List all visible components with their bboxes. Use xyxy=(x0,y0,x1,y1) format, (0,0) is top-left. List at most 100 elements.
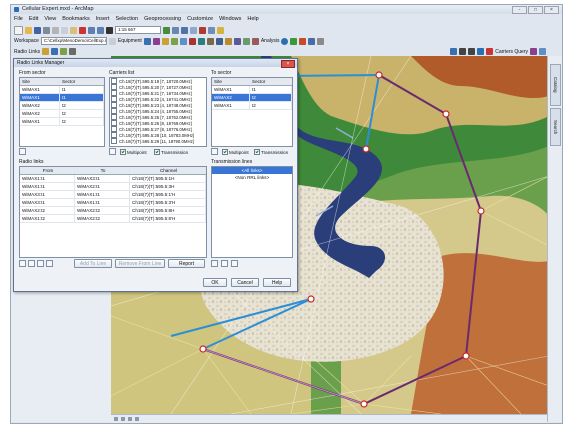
to-sector-row[interactable]: WiMAX1 t1 xyxy=(212,86,292,94)
to-sector-tool-icon[interactable] xyxy=(211,148,218,155)
pause-drawing-icon[interactable] xyxy=(135,417,139,421)
table-of-contents-icon[interactable] xyxy=(172,26,179,34)
antenna-icon[interactable] xyxy=(143,37,151,45)
equipment-label[interactable]: Equipment xyxy=(118,38,142,44)
column-site[interactable]: Site xyxy=(20,78,60,85)
sector-icon[interactable] xyxy=(161,37,169,45)
help-button[interactable]: Help xyxy=(263,278,291,287)
analysis-best-server-icon[interactable] xyxy=(299,37,307,45)
terrain-icon[interactable] xyxy=(206,37,214,45)
delete-link-icon[interactable] xyxy=(28,260,35,267)
transmission-line-non-rrl-links[interactable]: <Non RRL links> xyxy=(212,174,292,181)
analysis-options-icon[interactable] xyxy=(317,37,325,45)
search-window-icon[interactable] xyxy=(190,26,197,34)
open-folder-icon[interactable] xyxy=(25,26,32,34)
radio-link-icon[interactable] xyxy=(42,48,50,55)
python-icon[interactable] xyxy=(208,26,215,34)
zoom-out-icon[interactable] xyxy=(468,48,476,55)
from-sector-row[interactable]: WiMAX2 t2 xyxy=(20,102,104,110)
search-tab[interactable]: Search xyxy=(550,108,561,146)
menu-windows[interactable]: Windows xyxy=(219,15,241,23)
zoom-in-icon[interactable] xyxy=(459,48,467,55)
catalog-icon[interactable] xyxy=(181,26,188,34)
settings-icon[interactable] xyxy=(251,37,259,45)
transmission-checkbox[interactable]: Transmission xyxy=(154,149,188,155)
transmission-lines-list[interactable]: <All links> <Non RRL links> xyxy=(211,166,293,258)
new-line-icon[interactable] xyxy=(211,260,218,267)
analysis-label[interactable]: Analysis xyxy=(261,38,280,44)
site-icon[interactable] xyxy=(152,37,160,45)
site-marker-2[interactable] xyxy=(362,145,370,153)
radio-link-row[interactable]: WiMAX1:t2 WiMAX2:t2 Ch18(7)(T):595.5:8'H xyxy=(20,215,206,223)
from-sector-tool-icon[interactable] xyxy=(19,148,26,155)
model-builder-icon[interactable] xyxy=(217,26,224,34)
carrier-item[interactable]: Ch.18(7)(T).595.5:27 [8, 18776.0MHz] xyxy=(110,126,206,132)
to-transmission-checkbox[interactable]: Transmission xyxy=(254,149,288,155)
radio-links-grid[interactable]: From To Channel WiMAX1:t1 WiMAX3:t1 Ch18… xyxy=(19,166,207,258)
carrier-item[interactable]: Ch.18(7)(T).595.5:20 [7, 18727.0MHz] xyxy=(110,84,206,90)
undo-icon[interactable] xyxy=(88,26,95,34)
carrier-item[interactable]: Ch.18(7)(T).595.5:26 [8, 18769.0MHz] xyxy=(110,120,206,126)
carrier-item[interactable]: Ch.18(7)(T).595.5:24 [4, 18755.0MHz] xyxy=(110,108,206,114)
frequency-icon[interactable] xyxy=(215,37,223,45)
traffic-icon[interactable] xyxy=(233,37,241,45)
link-budget-icon[interactable] xyxy=(69,48,77,55)
analysis-coverage-icon[interactable] xyxy=(290,37,298,45)
carrier-item[interactable]: Ch.18(7)(T).595.5:28 [10, 18783.0MHz] xyxy=(110,132,206,138)
radio-link-row[interactable]: WiMAX3:t1 WiMAX1:t1 Ch18(7)(T):595.5:3'H xyxy=(20,199,206,207)
checkbox-box[interactable] xyxy=(254,149,260,155)
report-icon[interactable] xyxy=(242,37,250,45)
add-to-line-button[interactable]: Add To Line xyxy=(74,259,112,268)
menu-selection[interactable]: Selection xyxy=(115,15,138,23)
layout-view-icon[interactable] xyxy=(114,417,118,421)
menu-geoprocessing[interactable]: Geoprocessing xyxy=(144,15,181,23)
site-marker-3[interactable] xyxy=(442,110,450,118)
menu-file[interactable]: File xyxy=(14,15,23,23)
checkbox-box[interactable] xyxy=(154,149,160,155)
site-marker-4[interactable] xyxy=(477,207,485,215)
path-profile-icon[interactable] xyxy=(60,48,68,55)
column-site[interactable]: Site xyxy=(212,78,250,85)
carrier-item[interactable]: Ch.18(7)(T).595.5:21 [7, 18734.0MHz] xyxy=(110,90,206,96)
from-sector-row[interactable]: WiMAX2 t2 xyxy=(20,110,104,118)
site-marker-5[interactable] xyxy=(462,352,470,360)
dialog-close-button[interactable]: × xyxy=(281,60,295,68)
radio-link-row[interactable]: WiMAX1:t1 WiMAX3:t1 Ch18(7)(T):595.5:1H xyxy=(20,175,206,183)
multipoint-checkbox[interactable]: Multipoint xyxy=(120,149,147,155)
save-icon[interactable] xyxy=(34,26,41,34)
site-marker-1[interactable] xyxy=(375,71,383,79)
from-sector-row[interactable]: WiMAX1 t1 xyxy=(20,86,104,94)
carrier-item[interactable]: Ch.18(7)(T).595.5:19 [7, 18720.0MHz] xyxy=(110,78,206,84)
menu-insert[interactable]: Insert xyxy=(96,15,110,23)
radio-link-row[interactable]: WiMAX1:t1 WiMAX2:t1 Ch18(7)(T):595.5:3H xyxy=(20,183,206,191)
carrier-icon[interactable] xyxy=(170,37,178,45)
carriers-query-label[interactable]: Carriers Query xyxy=(495,49,528,55)
site-marker-8[interactable] xyxy=(307,295,315,303)
query-options-icon[interactable] xyxy=(539,48,546,55)
edit-link-icon[interactable] xyxy=(37,260,44,267)
analysis-globe-icon[interactable] xyxy=(281,37,289,45)
profile-icon[interactable] xyxy=(188,37,196,45)
add-data-icon[interactable] xyxy=(106,26,113,34)
carriers-tool-icon[interactable] xyxy=(109,148,116,155)
menu-view[interactable]: View xyxy=(44,15,56,23)
column-sector[interactable]: Sector xyxy=(250,78,292,85)
scale-combo[interactable]: 1:15 667 xyxy=(115,26,161,34)
carrier-checkbox[interactable] xyxy=(111,138,117,144)
cancel-button[interactable]: Cancel xyxy=(231,278,259,287)
link-arrows-icon[interactable] xyxy=(19,260,26,267)
column-to[interactable]: To xyxy=(75,167,130,174)
delete-line-icon[interactable] xyxy=(221,260,228,267)
measure-icon[interactable] xyxy=(486,48,494,55)
copy-icon[interactable] xyxy=(61,26,68,34)
report-button[interactable]: Report xyxy=(168,259,205,268)
redo-icon[interactable] xyxy=(97,26,104,34)
radio-link-row[interactable]: WiMAX2:t2 WiMAX2:t2 Ch18(7)(T):595.5:8H xyxy=(20,207,206,215)
from-sector-row[interactable]: WiMAX1 t2 xyxy=(20,118,104,126)
ok-button[interactable]: OK xyxy=(203,278,227,287)
pan-icon[interactable] xyxy=(477,48,485,55)
site-marker-7[interactable] xyxy=(199,345,207,353)
carrier-item[interactable]: Ch.18(7)(T).595.5:23 [4, 18748.0MHz] xyxy=(110,102,206,108)
link-icon[interactable] xyxy=(179,37,187,45)
interference-icon[interactable] xyxy=(224,37,232,45)
